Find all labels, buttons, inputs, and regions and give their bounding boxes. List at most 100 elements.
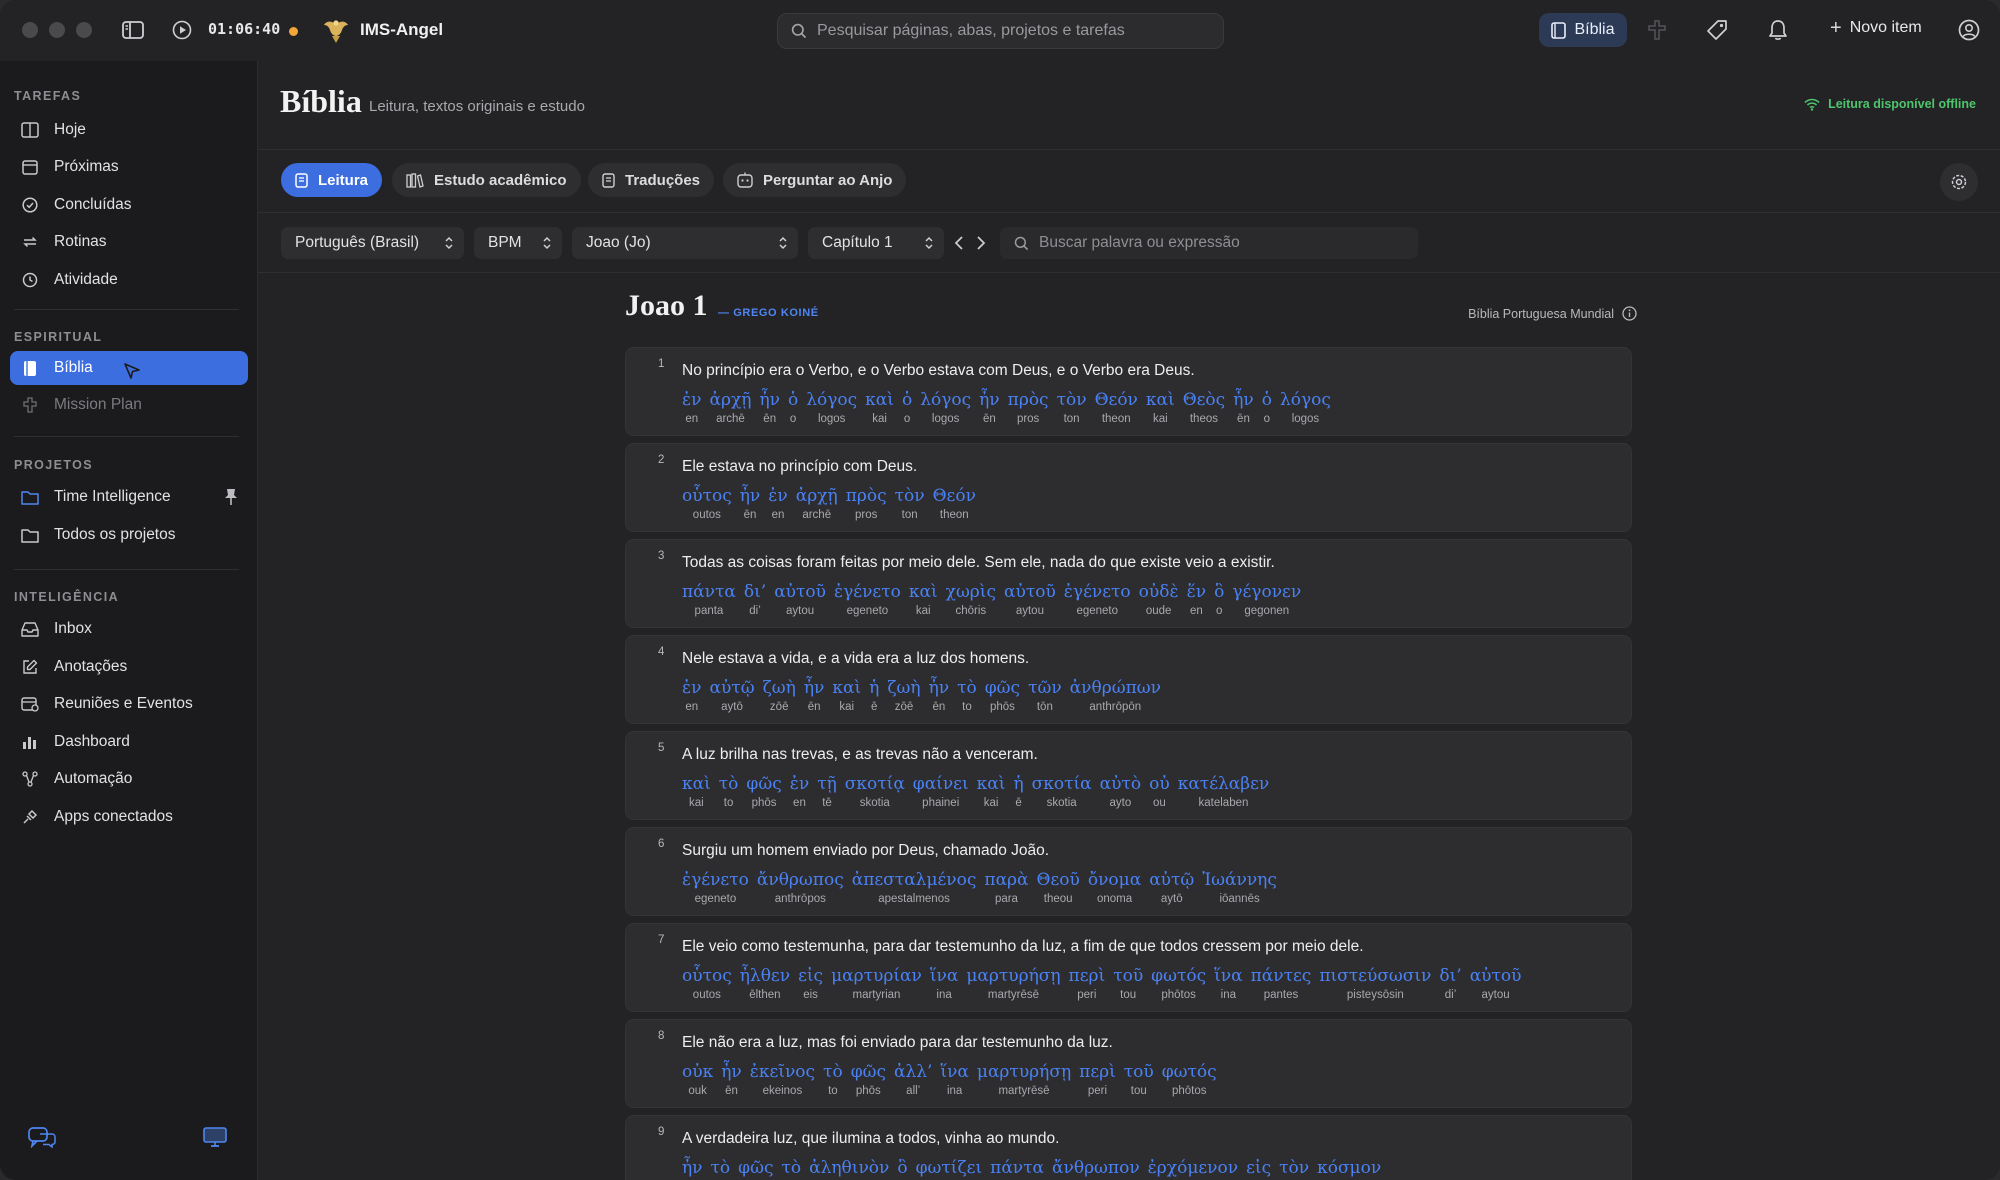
global-search-input[interactable]: Pesquisar páginas, abas, projetos e tare… (777, 13, 1224, 49)
greek-word[interactable]: ἀλλ’ all’ (894, 1061, 932, 1099)
book-select[interactable]: Joao (Jo) (572, 227, 798, 259)
greek-word[interactable]: καὶ kai (832, 677, 861, 715)
greek-word[interactable]: φωτίζειphōtizei (916, 1157, 983, 1180)
pin-icon[interactable] (224, 488, 238, 506)
greek-word[interactable]: τὸto (719, 773, 739, 811)
greek-word[interactable]: ἐν en (682, 677, 701, 715)
greek-word[interactable]: φωτός phōtos (1151, 965, 1206, 1003)
biblia-shortcut-button[interactable]: Bíblia (1539, 13, 1627, 47)
greek-word[interactable]: ἦν ēn (1233, 389, 1254, 427)
sidebar-item-hoje[interactable]: Hoje (10, 113, 248, 147)
greek-word[interactable]: τὸνton (1279, 1157, 1309, 1180)
greek-word[interactable]: φωτός phōtos (1162, 1061, 1217, 1099)
sidebar-item-concluidas[interactable]: Concluídas (10, 188, 248, 222)
greek-word[interactable]: πρὸς pros (1008, 389, 1049, 427)
greek-word[interactable]: τῇ tē (817, 773, 837, 811)
greek-word[interactable]: ἦν ēn (929, 677, 950, 715)
greek-word[interactable]: κατέλαβεν katelaben (1178, 773, 1270, 811)
greek-word[interactable]: ἦν ēn (979, 389, 1000, 427)
greek-word[interactable]: οὐκ ouk (682, 1061, 713, 1099)
greek-word[interactable]: φαίνει phainei (913, 773, 969, 811)
greek-word[interactable]: ἵνα ina (940, 1061, 968, 1099)
greek-word[interactable]: φῶς phōs (746, 773, 781, 811)
reader-settings-button[interactable] (1940, 163, 1978, 201)
info-icon[interactable] (1622, 306, 1637, 321)
greek-word[interactable]: γέγονεν gegonen (1232, 581, 1301, 619)
verse-card[interactable]: 9 A verdadeira luz, que ilumina a todos, … (625, 1115, 1632, 1180)
sidebar-item-time-intelligence[interactable]: Time Intelligence (10, 480, 248, 514)
greek-word[interactable]: μαρτυρήσῃ martyrēsē (966, 965, 1060, 1003)
greek-word[interactable]: οὗτος outos (682, 965, 732, 1003)
greek-word[interactable]: ὁo (788, 389, 798, 427)
greek-word[interactable]: ἦν ēn (721, 1061, 742, 1099)
verse-card[interactable]: 5 A luz brilha nas trevas, e as trevas nã… (625, 731, 1632, 820)
greek-word[interactable]: ἐν en (790, 773, 809, 811)
greek-word[interactable]: χωρὶς chōris (946, 581, 996, 619)
greek-word[interactable]: μαρτυρήσῃ martyrēsē (977, 1061, 1071, 1099)
greek-word[interactable]: δι’ di’ (744, 581, 766, 619)
greek-word[interactable]: Ἰωάννης iōannēs (1202, 869, 1277, 907)
greek-word[interactable]: φῶς phōs (985, 677, 1020, 715)
greek-word[interactable]: αὐτῷ aytō (709, 677, 754, 715)
greek-word[interactable]: ἐν en (682, 389, 701, 427)
greek-word[interactable]: οὐδὲ oude (1139, 581, 1179, 619)
greek-word[interactable]: περὶ peri (1079, 1061, 1116, 1099)
sidebar-item-automacao[interactable]: Automação (10, 762, 248, 796)
greek-word[interactable]: Θεόν theon (1095, 389, 1138, 427)
greek-word[interactable]: τὸto (711, 1157, 731, 1180)
chat-bubbles-icon[interactable] (27, 1125, 57, 1149)
verse-card[interactable]: 6 Surgiu um homem enviado por Deus, chama… (625, 827, 1632, 916)
greek-word[interactable]: Θεόν theon (933, 485, 976, 523)
greek-word[interactable]: ἐγένετο egeneto (834, 581, 901, 619)
greek-word[interactable]: σκοτίᾳ skotia (845, 773, 905, 811)
tab-estudo-academico[interactable]: Estudo acadêmico (392, 163, 581, 197)
greek-word[interactable]: τὸνton (895, 485, 925, 523)
greek-word[interactable]: ἦν ēn (740, 485, 761, 523)
greek-word[interactable]: τοῦ tou (1124, 1061, 1154, 1099)
greek-word[interactable]: ἄνθρωπος anthrōpos (757, 869, 844, 907)
word-search-input[interactable]: Buscar palavra ou expressão (1000, 227, 1418, 259)
tab-leitura[interactable]: Leitura (281, 163, 383, 197)
greek-word[interactable]: αὐτὸ ayto (1100, 773, 1141, 811)
display-icon[interactable] (200, 1125, 230, 1149)
greek-word[interactable]: ἡē (869, 677, 879, 715)
greek-word[interactable]: τὸto (957, 677, 977, 715)
bell-icon[interactable] (1766, 18, 1790, 42)
greek-word[interactable]: Θεὸς theos (1183, 389, 1226, 427)
greek-word[interactable]: τὸto (823, 1061, 843, 1099)
greek-word[interactable]: καὶ kai (682, 773, 711, 811)
greek-word[interactable]: ὁo (902, 389, 912, 427)
greek-word[interactable]: αὐτοῦ aytou (1470, 965, 1522, 1003)
greek-word[interactable]: ἕν en (1187, 581, 1206, 619)
greek-word[interactable]: ἐκεῖνος ekeinos (750, 1061, 815, 1099)
verse-card[interactable]: 3 Todas as coisas foram feitas por meio d… (625, 539, 1632, 628)
greek-word[interactable]: τὸνton (1057, 389, 1087, 427)
sidebar-item-proximas[interactable]: Próximas (10, 150, 248, 184)
verse-card[interactable]: 1 No princípio era o Verbo, e o Verbo est… (625, 347, 1632, 436)
greek-word[interactable]: ζωὴ zōē (763, 677, 796, 715)
sidebar-item-apps-conectados[interactable]: Apps conectados (10, 800, 248, 834)
sidebar-item-dashboard[interactable]: Dashboard (10, 725, 248, 759)
verse-card[interactable]: 2 Ele estava no princípio com Deus. οὗτος o… (625, 443, 1632, 532)
minimize-window-button[interactable] (49, 22, 65, 38)
sidebar-item-reunioes-e-eventos[interactable]: Reuniões e Eventos (10, 687, 248, 721)
sidebar-item-anotacoes[interactable]: Anotações (10, 650, 248, 684)
greek-word[interactable]: ἀπεσταλμένος apestalmenos (852, 869, 977, 907)
greek-word[interactable]: ἵνα ina (1214, 965, 1242, 1003)
greek-word[interactable]: πιστεύσωσιν pisteysōsin (1319, 965, 1431, 1003)
next-chapter-button[interactable] (972, 232, 990, 254)
greek-word[interactable]: ἄνθρωπονanthrōpon (1052, 1157, 1140, 1180)
greek-word[interactable]: ἐρχόμενονerchomenon (1148, 1157, 1238, 1180)
greek-word[interactable]: ὁo (1262, 389, 1272, 427)
sidebar-item-mission-plan[interactable]: Mission Plan (10, 388, 248, 422)
tab-perguntar-ao-anjo[interactable]: Perguntar ao Anjo (723, 163, 907, 197)
verse-card[interactable]: 7 Ele veio como testemunha, para dar test… (625, 923, 1632, 1012)
greek-word[interactable]: ὄνομα onoma (1088, 869, 1141, 907)
greek-word[interactable]: πάνταpanta (990, 1157, 1044, 1180)
sidebar-item-atividade[interactable]: Atividade (10, 263, 248, 297)
greek-word[interactable]: εἰςeis (1246, 1157, 1271, 1180)
greek-word[interactable]: δι’ di’ (1439, 965, 1461, 1003)
greek-word[interactable]: αὐτοῦ aytou (1004, 581, 1056, 619)
greek-word[interactable]: λόγος logos (806, 389, 857, 427)
greek-word[interactable]: λόγος logos (1280, 389, 1331, 427)
